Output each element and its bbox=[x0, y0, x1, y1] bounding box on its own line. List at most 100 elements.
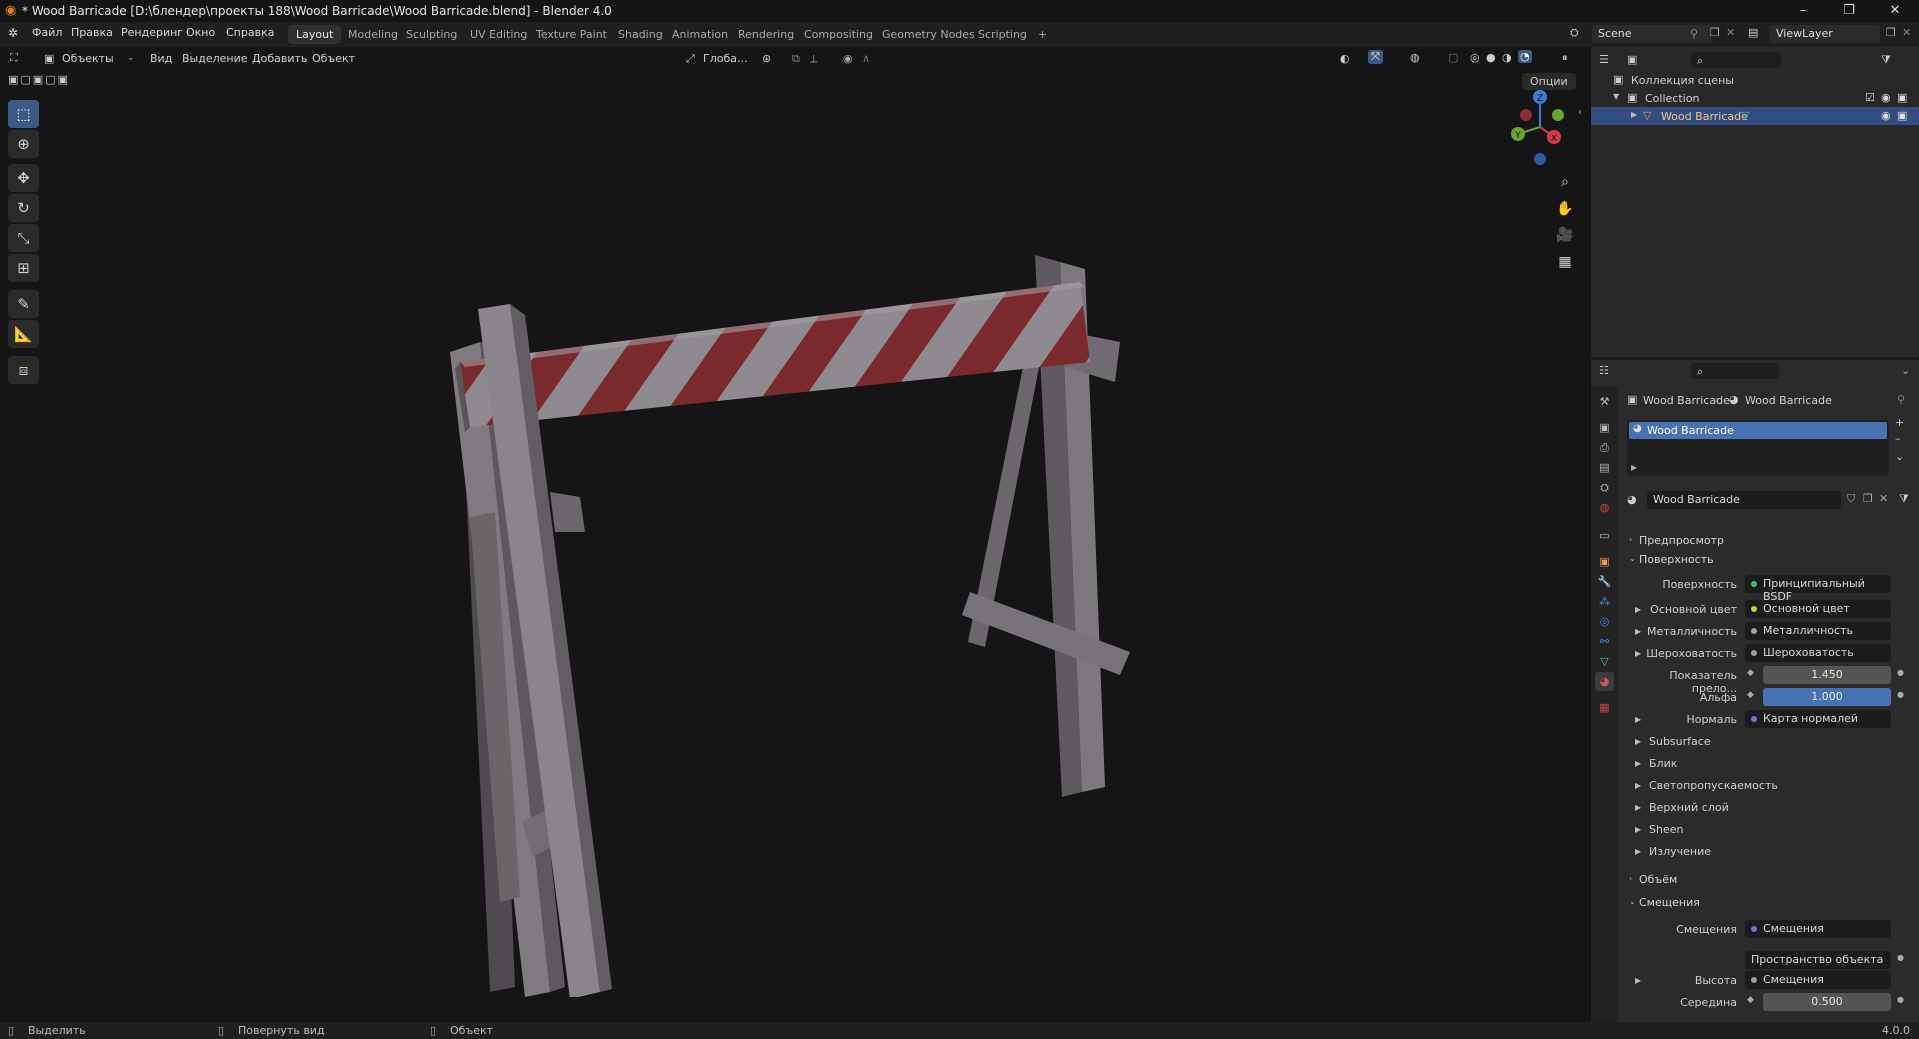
snap-target-icon[interactable]: ⟂ bbox=[810, 52, 817, 66]
outliner-display-icon[interactable]: ▣ bbox=[1627, 53, 1637, 66]
fake-user-icon[interactable]: ⛉ bbox=[1847, 492, 1855, 506]
pause-icon[interactable]: ⏸ bbox=[1562, 51, 1568, 65]
properties-editor-icon[interactable]: ☷ bbox=[1599, 364, 1609, 377]
minimize-button[interactable]: – bbox=[1780, 0, 1826, 22]
tab-uv-editing[interactable]: UV Editing bbox=[462, 25, 535, 44]
material-shading-icon[interactable]: ◑ bbox=[1502, 51, 1512, 64]
subsurface-subpanel[interactable]: Subsurface bbox=[1649, 735, 1711, 748]
xray-icon[interactable]: ▢ bbox=[1448, 51, 1458, 64]
checkbox-icon[interactable]: ☑ bbox=[1865, 91, 1875, 104]
add-workspace-button[interactable]: + bbox=[1030, 25, 1055, 44]
gizmo-toggle-icon[interactable]: ⤧ bbox=[1368, 50, 1383, 64]
surface-section-header[interactable]: Поверхность bbox=[1639, 553, 1714, 566]
properties-search-input[interactable]: ⌕ bbox=[1691, 363, 1779, 379]
coat-subpanel[interactable]: Верхний слой bbox=[1649, 801, 1729, 814]
wireframe-shading-icon[interactable]: ◎ bbox=[1470, 51, 1480, 64]
object-tab-icon[interactable]: ▣ bbox=[1595, 552, 1614, 571]
view-layer-tab-icon[interactable]: ▤ bbox=[1595, 458, 1614, 477]
transform-orientation-dropdown[interactable]: Глоба... bbox=[703, 52, 747, 65]
world-tab-icon[interactable]: ◍ bbox=[1595, 498, 1614, 517]
chevron-down-icon[interactable]: ⌄ bbox=[1901, 364, 1910, 377]
camera-icon[interactable]: ▣ bbox=[1897, 91, 1907, 104]
new-scene-icon[interactable]: ❐ bbox=[1710, 26, 1720, 39]
unlink-material-icon[interactable]: ✕ bbox=[1879, 492, 1888, 505]
add-slot-button[interactable]: + bbox=[1895, 416, 1904, 429]
pivot-icon[interactable]: ⊛ bbox=[762, 52, 771, 65]
menu-help[interactable]: Справка bbox=[226, 26, 274, 39]
expand-specular-icon[interactable]: ▶ bbox=[1635, 759, 1641, 768]
material-slot-item[interactable]: ◕ Wood Barricade bbox=[1629, 422, 1887, 439]
scale-tool-icon[interactable]: ⤡ bbox=[8, 224, 39, 252]
move-tool-icon[interactable]: ✥ bbox=[8, 164, 39, 192]
tool-tab-icon[interactable]: ⚒ bbox=[1595, 392, 1614, 411]
mode-dropdown[interactable]: Объекты bbox=[62, 52, 114, 65]
alpha-value-field[interactable]: 1.000 bbox=[1763, 688, 1891, 706]
outliner-search-input[interactable]: ⌕ bbox=[1691, 52, 1781, 68]
displacement-expand-icon[interactable]: ⌄ bbox=[1629, 897, 1636, 906]
rotate-tool-icon[interactable]: ↻ bbox=[8, 194, 39, 222]
physics-tab-icon[interactable]: ◎ bbox=[1595, 612, 1614, 631]
falloff-icon[interactable]: ∧ bbox=[862, 52, 870, 65]
material-name-field[interactable]: Wood Barricade bbox=[1647, 491, 1841, 509]
eye-icon[interactable]: ◉ bbox=[1881, 109, 1891, 122]
3d-viewport[interactable]: Z X Y ⌕ ✋ 🎥 ▦ ‹ bbox=[0, 47, 1590, 1022]
preview-section-header[interactable]: Предпросмотр bbox=[1639, 534, 1724, 547]
expand-sheen-icon[interactable]: ▶ bbox=[1635, 825, 1641, 834]
expand-emission-icon[interactable]: ▶ bbox=[1635, 847, 1641, 856]
tab-scripting[interactable]: Scripting bbox=[970, 25, 1035, 44]
zoom-icon[interactable]: ⌕ bbox=[1554, 171, 1576, 193]
proportional-edit-icon[interactable]: ◉ bbox=[843, 52, 853, 65]
delete-scene-icon[interactable]: ✕ bbox=[1726, 26, 1735, 39]
space-dropdown[interactable]: Пространство объекта bbox=[1745, 951, 1891, 969]
tab-modeling[interactable]: Modeling bbox=[340, 25, 406, 44]
material-browse-icon[interactable]: ◕ bbox=[1627, 493, 1637, 506]
sheen-subpanel[interactable]: Sheen bbox=[1649, 823, 1683, 836]
constraints-tab-icon[interactable]: ⚯ bbox=[1595, 632, 1614, 651]
base-color-field[interactable]: Основной цвет bbox=[1745, 600, 1891, 618]
options-button[interactable]: Опции bbox=[1522, 73, 1576, 90]
annotate-tool-icon[interactable]: ✎ bbox=[8, 290, 39, 318]
specular-subpanel[interactable]: Блик bbox=[1649, 757, 1677, 770]
material-tab-icon[interactable]: ◕ bbox=[1595, 672, 1614, 691]
expand-coat-icon[interactable]: ▶ bbox=[1635, 803, 1641, 812]
midlevel-keyframe-icon[interactable]: ● bbox=[1897, 995, 1904, 1004]
displacement-section-header[interactable]: Смещения bbox=[1639, 896, 1700, 909]
visibility-icon[interactable]: ◐ bbox=[1340, 52, 1350, 65]
object-row[interactable]: ▶ ▽ Wood Barricade ▽ ◉ ▣ bbox=[1591, 107, 1919, 125]
scene-pin-icon[interactable]: ⚲ bbox=[1690, 27, 1698, 40]
tab-sculpting[interactable]: Sculpting bbox=[398, 25, 465, 44]
metallic-field[interactable]: Металличность bbox=[1745, 622, 1891, 640]
surface-shader-field[interactable]: Принципиальный BSDF bbox=[1745, 575, 1891, 603]
midlevel-value-field[interactable]: 0.500 bbox=[1763, 993, 1891, 1011]
overlays-icon[interactable]: ◍ bbox=[1410, 51, 1420, 64]
measure-tool-icon[interactable]: 📐 bbox=[8, 320, 39, 348]
outliner-editor-icon[interactable]: ☰ bbox=[1599, 53, 1609, 66]
menu-object[interactable]: Объект bbox=[312, 52, 355, 65]
midlevel-socket-icon[interactable]: ◆ bbox=[1747, 995, 1754, 1005]
remove-slot-button[interactable]: – bbox=[1895, 432, 1901, 445]
view-layer-field[interactable]: ViewLayer bbox=[1770, 25, 1880, 43]
ortho-grid-icon[interactable]: ▦ bbox=[1554, 251, 1576, 273]
rendered-shading-icon[interactable]: ◔ bbox=[1518, 50, 1532, 63]
expand-subsurface-icon[interactable]: ▶ bbox=[1635, 737, 1641, 746]
ior-value-field[interactable]: 1.450 bbox=[1763, 666, 1891, 684]
particles-tab-icon[interactable]: ⁂ bbox=[1595, 592, 1614, 611]
transmission-subpanel[interactable]: Светопропускаемость bbox=[1649, 779, 1778, 792]
tab-shading[interactable]: Shading bbox=[610, 25, 671, 44]
menu-window[interactable]: Окно bbox=[186, 26, 215, 39]
menu-render[interactable]: Рендеринг bbox=[121, 26, 183, 39]
pan-hand-icon[interactable]: ✋ bbox=[1554, 198, 1576, 220]
preview-collapse-icon[interactable]: › bbox=[1629, 535, 1632, 544]
new-view-layer-icon[interactable]: ❐ bbox=[1886, 26, 1896, 39]
alpha-socket-icon[interactable]: ◆ bbox=[1747, 690, 1754, 700]
menu-add[interactable]: Добавить bbox=[252, 52, 307, 65]
editor-type-icon[interactable]: ⛶ bbox=[10, 51, 18, 65]
navigation-gizmo[interactable]: Z X Y bbox=[1500, 87, 1580, 167]
scene-icon[interactable]: ⛭ bbox=[1570, 26, 1579, 40]
data-tab-icon[interactable]: ▽ bbox=[1595, 652, 1614, 671]
mesh-data-icon[interactable]: ▽ bbox=[1741, 109, 1749, 122]
alpha-keyframe-icon[interactable]: ● bbox=[1897, 690, 1904, 699]
expand-slot-icon[interactable]: ▶ bbox=[1631, 463, 1637, 472]
cursor-tool-icon[interactable]: ⊕ bbox=[8, 130, 39, 158]
eye-icon[interactable]: ◉ bbox=[1881, 91, 1891, 104]
